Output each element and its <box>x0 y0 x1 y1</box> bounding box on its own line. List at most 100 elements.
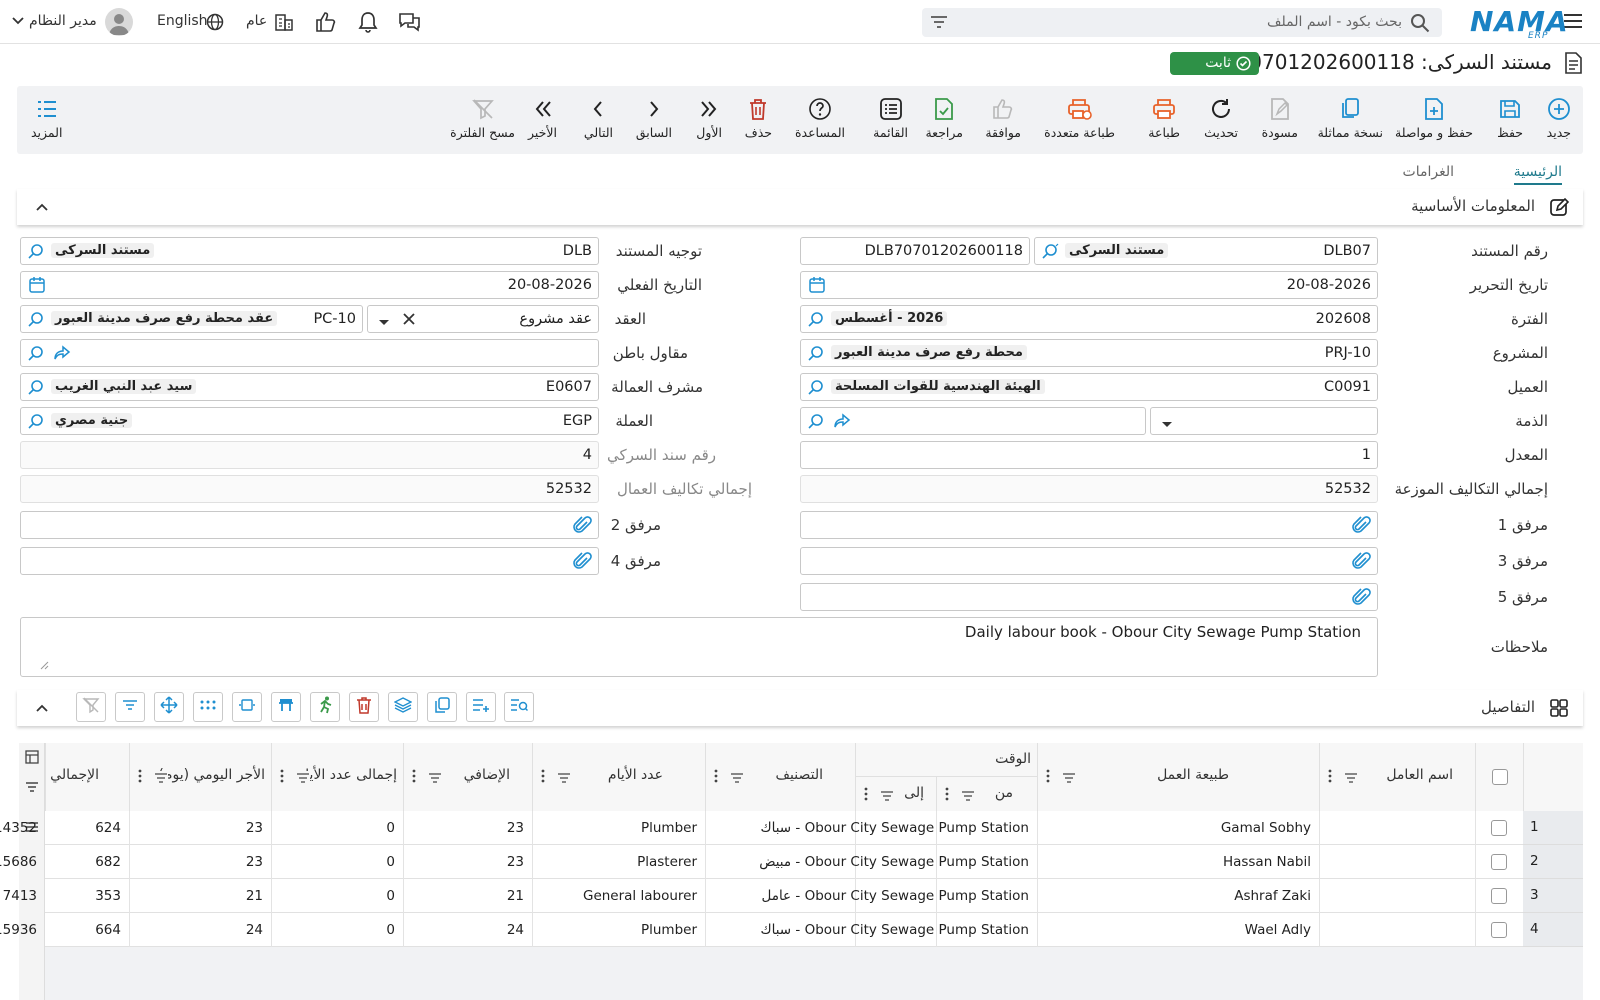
grid-clear-filter-button[interactable] <box>76 692 106 722</box>
column-menu-icon[interactable] <box>714 769 718 787</box>
search-icon[interactable] <box>27 412 45 434</box>
header-category[interactable]: التصنيف <box>705 743 855 811</box>
search-icon[interactable] <box>27 310 45 332</box>
tab-main[interactable]: الرئيسية <box>1513 164 1562 185</box>
cell-days[interactable]: 23 <box>507 854 524 870</box>
row-checkbox[interactable] <box>1491 820 1507 836</box>
filter-icon[interactable] <box>930 14 948 30</box>
scope-label[interactable]: عام <box>246 13 267 29</box>
cell-total[interactable]: 15936 <box>0 922 37 938</box>
grid-move-button[interactable] <box>154 692 184 722</box>
row-checkbox[interactable] <box>1491 922 1507 938</box>
row-checkbox[interactable] <box>1491 854 1507 870</box>
account-type-select[interactable] <box>1150 407 1378 435</box>
next-button[interactable]: التالي <box>584 96 613 140</box>
cell-days[interactable]: 23 <box>507 820 524 836</box>
column-filter-icon[interactable] <box>730 771 744 787</box>
table-settings-icon[interactable] <box>25 750 39 768</box>
cell-category[interactable]: Plumber <box>641 922 697 938</box>
cell-total[interactable]: 15686 <box>0 854 37 870</box>
review-button[interactable]: مراجعة <box>925 96 963 140</box>
calendar-icon[interactable] <box>809 276 825 298</box>
cell-nature[interactable]: سباك - Obour City Sewage Pump Station <box>760 820 1029 836</box>
column-filter-icon[interactable] <box>880 789 894 805</box>
cell-wage[interactable]: 664 <box>95 922 121 938</box>
column-menu-icon[interactable] <box>1046 769 1050 787</box>
cell-worker[interactable]: Wael Adly <box>1245 922 1311 938</box>
attachment-3-field[interactable] <box>800 547 1378 575</box>
search-icon[interactable] <box>27 344 45 366</box>
paperclip-icon[interactable] <box>572 516 592 540</box>
cell-category[interactable]: Plumber <box>641 820 697 836</box>
grid-delete-button[interactable] <box>349 692 379 722</box>
attachment-1-field[interactable] <box>800 511 1378 539</box>
doc-no-lookup[interactable]: DLB07 مستند السركى <box>1034 237 1378 265</box>
header-days[interactable]: عدد الأيام <box>532 743 705 811</box>
header-total[interactable]: الإجمالي <box>45 743 129 811</box>
subcontractor-lookup[interactable] <box>20 339 599 367</box>
cell-worker[interactable]: Ashraf Zaki <box>1234 888 1311 904</box>
chevron-down-icon[interactable] <box>11 15 25 27</box>
resize-handle-icon[interactable] <box>39 658 49 674</box>
clear-filter-button[interactable]: مسح الفلترة <box>450 96 515 140</box>
attachment-4-field[interactable] <box>20 547 599 575</box>
basic-info-header[interactable]: المعلومات الأساسية <box>17 189 1583 225</box>
actual-date-field[interactable]: 20-08-2026 <box>20 271 599 299</box>
grid-table-button[interactable] <box>271 692 301 722</box>
header-daily-wage[interactable]: الأجر اليومي (يوم) <box>129 743 271 811</box>
last-button[interactable]: الأخير <box>528 96 557 140</box>
multi-print-button[interactable]: طباعة متعددة <box>1044 96 1115 140</box>
doc-no-value[interactable]: DLB70701202600118 <box>800 237 1030 265</box>
period-lookup[interactable]: 202608 2026 - أغسطس <box>800 305 1378 333</box>
grid-density-button[interactable] <box>193 692 223 722</box>
cell-wage[interactable]: 624 <box>95 820 121 836</box>
more-button[interactable]: المزيد <box>31 96 62 140</box>
grid-copy-button[interactable] <box>427 692 457 722</box>
search-icon[interactable] <box>1041 242 1059 264</box>
select-all-checkbox[interactable] <box>1492 769 1508 785</box>
column-filter-icon[interactable] <box>1344 771 1358 787</box>
cell-wage[interactable]: 353 <box>95 888 121 904</box>
cell-extra[interactable]: 0 <box>386 820 395 836</box>
share-icon[interactable] <box>53 345 71 365</box>
delete-button[interactable]: حذف <box>745 96 772 140</box>
notes-textarea[interactable]: Daily labour book - Obour City Sewage Pu… <box>20 617 1378 677</box>
column-filter-icon[interactable] <box>296 771 310 787</box>
currency-lookup[interactable]: EGP جنية مصري <box>20 407 599 435</box>
cell-days[interactable]: 21 <box>507 888 524 904</box>
search-icon[interactable] <box>27 378 45 400</box>
cell-extra[interactable]: 0 <box>386 922 395 938</box>
column-filter-icon[interactable] <box>428 771 442 787</box>
cell-extra[interactable]: 0 <box>386 854 395 870</box>
column-menu-icon[interactable] <box>138 769 142 787</box>
cell-extra[interactable]: 0 <box>386 888 395 904</box>
language-switch[interactable]: English <box>157 13 208 29</box>
cell-wage[interactable]: 682 <box>95 854 121 870</box>
grid-columns-button[interactable] <box>232 692 262 722</box>
search-icon[interactable] <box>807 344 825 366</box>
user-name[interactable]: مدير النظام <box>29 13 97 29</box>
paperclip-icon[interactable] <box>1351 552 1371 576</box>
prev-button[interactable]: السابق <box>636 96 672 140</box>
cell-worker[interactable]: Hassan Nabil <box>1223 854 1311 870</box>
account-lookup[interactable] <box>800 407 1146 435</box>
column-filter-icon[interactable] <box>1062 771 1076 787</box>
search-box[interactable]: بحث بكود - اسم الملف <box>922 8 1442 37</box>
column-filter-icon[interactable] <box>557 771 571 787</box>
avatar[interactable] <box>105 8 133 36</box>
print-button[interactable]: طباعة <box>1148 96 1180 140</box>
search-icon[interactable] <box>807 378 825 400</box>
header-worker[interactable]: اسم العامل <box>1319 743 1475 811</box>
cell-total-days[interactable]: 24 <box>246 922 263 938</box>
cell-worker[interactable]: Gamal Sobhy <box>1221 820 1311 836</box>
cell-total-days[interactable]: 23 <box>246 820 263 836</box>
cell-category[interactable]: Plasterer <box>637 854 697 870</box>
duplicate-button[interactable]: نسخة مماثلة <box>1318 96 1383 140</box>
paperclip-icon[interactable] <box>1351 516 1371 540</box>
contract-lookup[interactable]: PC-10 عقد محطة رفع صرف مدينة العبور <box>20 305 363 333</box>
customer-lookup[interactable]: C0091 الهيئة الهندسية للقوات المسلحة <box>800 373 1378 401</box>
column-filter-icon[interactable] <box>961 789 975 805</box>
grid-run-button[interactable] <box>310 692 340 722</box>
grid-search-button[interactable] <box>504 692 534 722</box>
refresh-button[interactable]: تحديث <box>1204 96 1238 140</box>
